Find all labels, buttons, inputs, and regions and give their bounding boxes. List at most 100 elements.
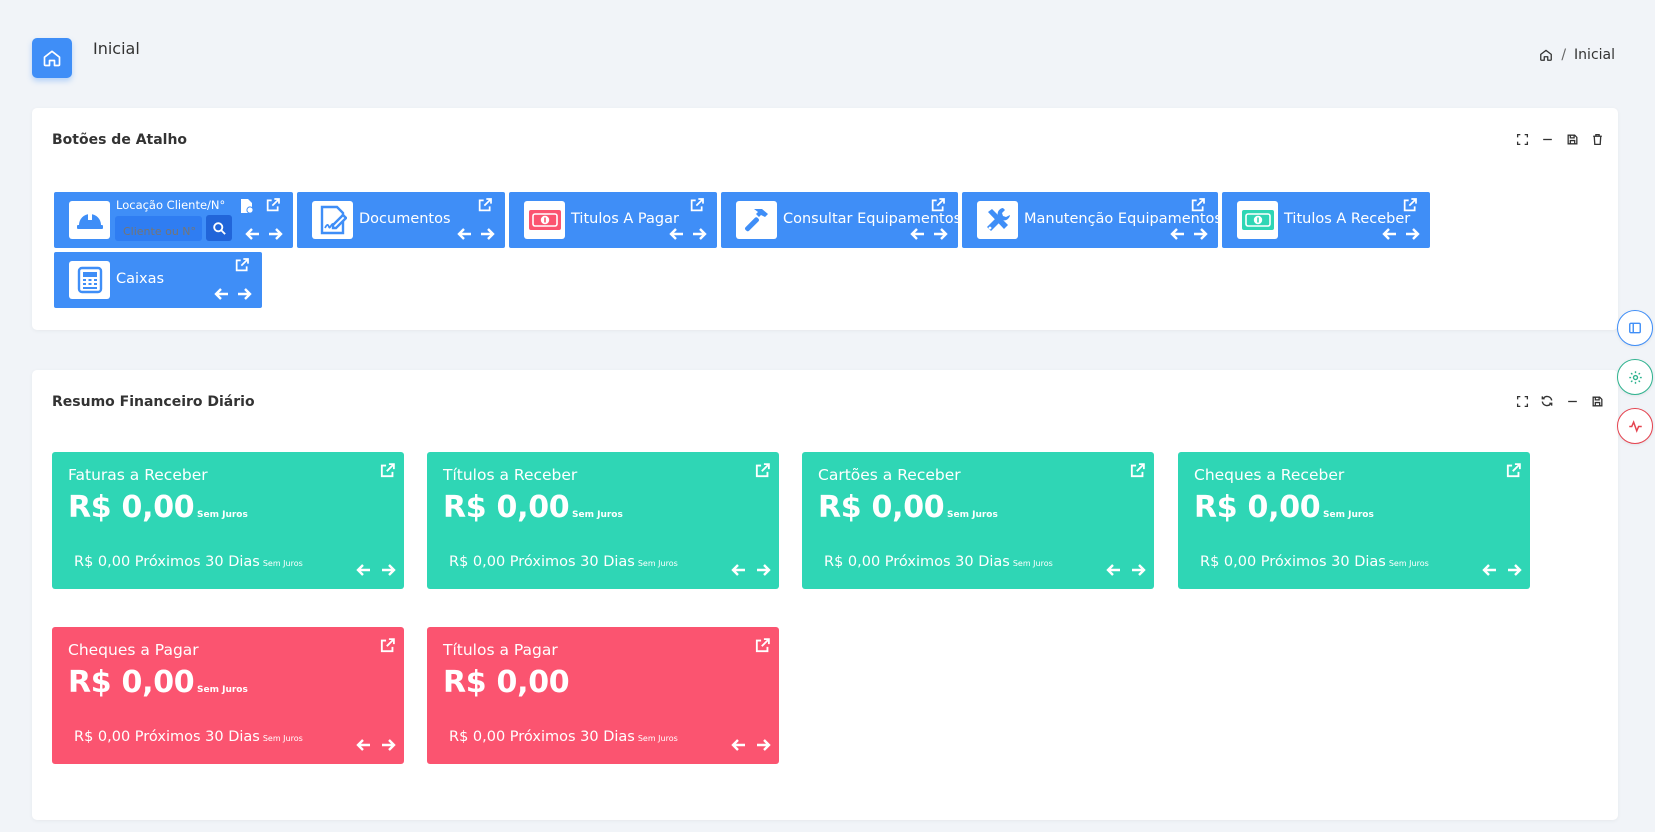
shortcut-caixas[interactable]: Caixas [54,252,262,308]
minimize-icon[interactable] [1565,394,1579,408]
card-cheques-a-receber[interactable]: Cheques a Receber R$ 0,00 Sem Juros R$ 0… [1178,452,1530,589]
arrow-right-icon[interactable] [380,563,396,577]
money-bill-green-icon [1237,201,1278,239]
arrow-right-icon[interactable] [932,227,948,241]
shortcut-documentos[interactable]: Documentos [297,192,505,248]
shortcut-titulos-a-pagar[interactable]: Titulos A Pagar [509,192,717,248]
card-juros: Sem Juros [197,510,248,520]
arrow-right-icon[interactable] [1404,227,1420,241]
arrow-left-icon[interactable] [356,563,372,577]
external-link-icon[interactable] [265,197,281,213]
home-icon [43,50,61,67]
arrow-left-icon[interactable] [457,227,473,241]
external-link-icon[interactable] [689,197,705,213]
trash-icon[interactable] [1590,132,1604,146]
reorder-arrows [356,563,396,577]
card-titulos-a-receber[interactable]: Títulos a Receber R$ 0,00 Sem Juros R$ 0… [427,452,779,589]
shortcut-manutencao-equipamentos[interactable]: Manutenção Equipamentos [962,192,1222,248]
external-link-icon[interactable] [477,197,493,213]
card-next-30-days: R$ 0,00 Próximos 30 Dias Sem Juros [74,729,303,745]
external-link-icon[interactable] [754,637,771,654]
card-next-juros: Sem Juros [262,559,303,568]
shortcut-label: Titulos A Receber [1284,211,1411,227]
arrow-left-icon[interactable] [731,563,747,577]
card-title: Faturas a Receber [68,466,208,484]
external-link-icon[interactable] [1190,197,1206,213]
arrow-right-icon[interactable] [755,563,771,577]
card-title: Cheques a Receber [1194,466,1345,484]
card-next-value: R$ 0,00 Próximos 30 Dias [449,729,635,745]
arrow-right-icon[interactable] [1192,227,1208,241]
external-link-icon[interactable] [379,637,396,654]
home-icon-tile [32,38,72,78]
save-icon[interactable] [1590,394,1604,408]
arrow-right-icon[interactable] [380,738,396,752]
signature-document-icon [312,201,353,239]
shortcut-label: Manutenção Equipamentos [1024,211,1222,227]
arrow-left-icon[interactable] [245,227,261,241]
arrow-right-icon[interactable] [1130,563,1146,577]
fullscreen-icon[interactable] [1515,394,1529,408]
breadcrumb-home-icon[interactable] [1539,48,1553,62]
reorder-arrows [669,227,707,241]
external-link-icon[interactable] [379,462,396,479]
card-faturas-a-receber[interactable]: Faturas a Receber R$ 0,00 Sem Juros R$ 0… [52,452,404,589]
shortcut-consultar-equipamentos[interactable]: Consultar Equipamentos [721,192,961,248]
refresh-icon[interactable] [1540,394,1554,408]
card-next-30-days: R$ 0,00 Próximos 30 Dias Sem Juros [1200,554,1429,570]
reorder-arrows [1106,563,1146,577]
page-header: Inicial / Inicial [32,38,1615,80]
save-icon[interactable] [1565,132,1579,146]
arrow-left-icon[interactable] [1482,563,1498,577]
layout-toggle-button[interactable] [1617,310,1653,346]
arrow-left-icon[interactable] [214,287,230,301]
external-link-icon[interactable] [1402,197,1418,213]
card-value: R$ 0,00 [443,490,570,525]
fullscreen-icon[interactable] [1515,132,1529,146]
arrow-left-icon[interactable] [910,227,926,241]
finance-panel: Resumo Financeiro Diário Faturas a Receb… [32,370,1618,820]
card-titulos-a-pagar[interactable]: Títulos a Pagar R$ 0,00 R$ 0,00 Próximos… [427,627,779,764]
arrow-left-icon[interactable] [1106,563,1122,577]
arrow-right-icon[interactable] [267,227,283,241]
search-button[interactable] [206,215,232,241]
arrow-right-icon[interactable] [479,227,495,241]
arrow-right-icon[interactable] [755,738,771,752]
card-title: Títulos a Receber [443,466,578,484]
card-next-juros: Sem Juros [1388,559,1429,568]
external-link-icon[interactable] [1129,462,1146,479]
card-next-juros: Sem Juros [1012,559,1053,568]
card-next-30-days: R$ 0,00 Próximos 30 Dias Sem Juros [449,729,678,745]
card-next-value: R$ 0,00 Próximos 30 Dias [74,729,260,745]
finance-panel-title: Resumo Financeiro Diário [52,394,255,410]
arrow-right-icon[interactable] [236,287,252,301]
shortcut-locacao[interactable]: Locação Cliente/N° [54,192,293,248]
minimize-icon[interactable] [1540,132,1554,146]
card-value: R$ 0,00 [443,665,570,700]
arrow-left-icon[interactable] [1382,227,1398,241]
external-link-icon[interactable] [930,197,946,213]
card-next-value: R$ 0,00 Próximos 30 Dias [449,554,635,570]
card-cheques-a-pagar[interactable]: Cheques a Pagar R$ 0,00 Sem Juros R$ 0,0… [52,627,404,764]
arrow-left-icon[interactable] [731,738,747,752]
arrow-left-icon[interactable] [669,227,685,241]
external-link-icon[interactable] [1505,462,1522,479]
card-title: Títulos a Pagar [443,641,558,659]
settings-button[interactable] [1617,359,1653,395]
card-next-juros: Sem Juros [637,559,678,568]
reorder-arrows [910,227,948,241]
activity-button[interactable] [1617,408,1653,444]
arrow-left-icon[interactable] [356,738,372,752]
money-bill-red-icon [524,201,565,239]
external-link-icon[interactable] [754,462,771,479]
arrow-left-icon[interactable] [1170,227,1186,241]
file-clock-icon[interactable] [240,198,254,214]
external-link-icon[interactable] [234,257,250,273]
client-number-input[interactable] [115,216,202,241]
reorder-arrows [1170,227,1208,241]
card-cartoes-a-receber[interactable]: Cartões a Receber R$ 0,00 Sem Juros R$ 0… [802,452,1154,589]
arrow-right-icon[interactable] [1506,563,1522,577]
shortcut-titulos-a-receber[interactable]: Titulos A Receber [1222,192,1430,248]
arrow-right-icon[interactable] [691,227,707,241]
activity-icon [1628,419,1642,433]
